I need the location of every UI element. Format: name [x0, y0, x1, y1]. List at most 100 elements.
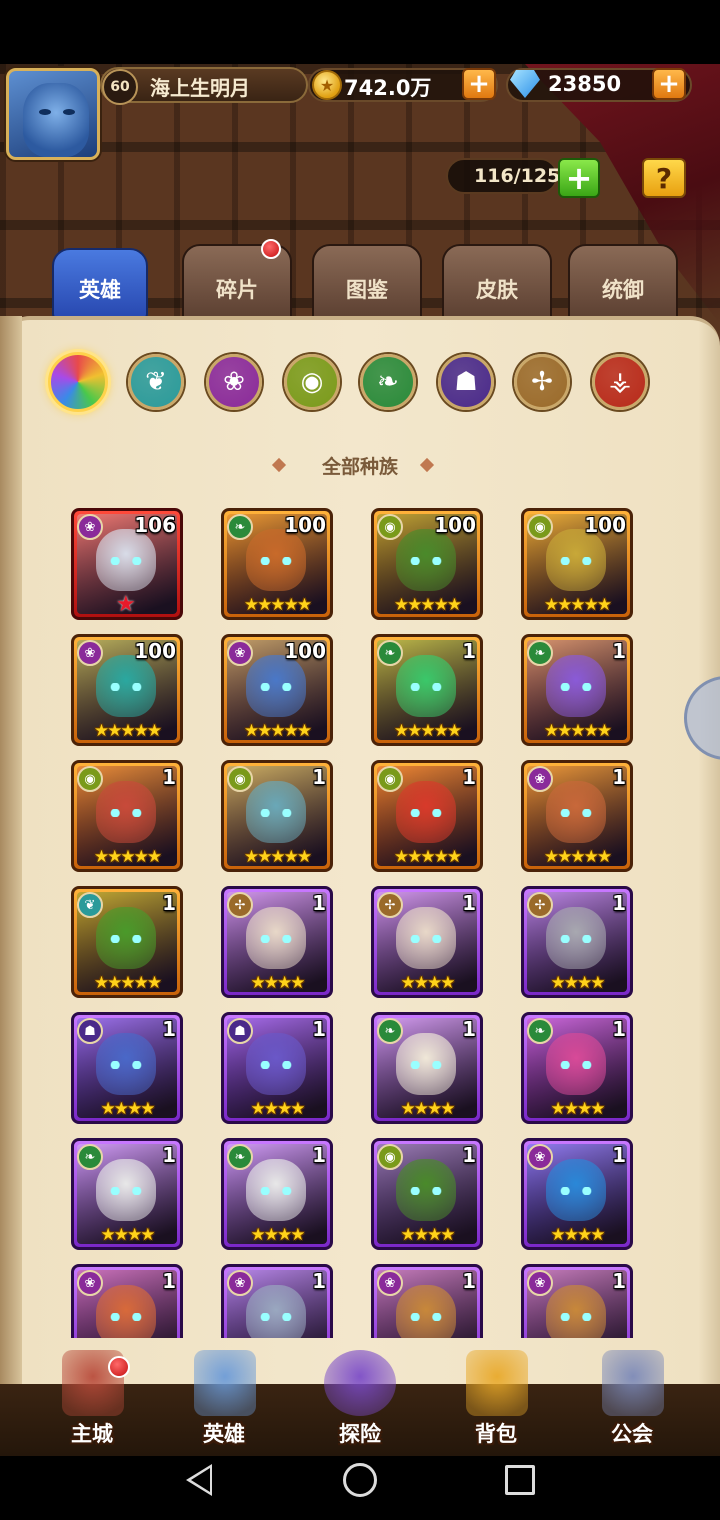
- hero-stars: ★★★★: [400, 1099, 456, 1119]
- nav-bag[interactable]: 背包: [436, 1344, 556, 1452]
- race-mystic-icon: ❀: [77, 640, 103, 666]
- hero-card[interactable]: ❧ 1 ★★★★: [371, 1012, 483, 1124]
- hero-card[interactable]: ❧ 1 ★★★★★: [521, 634, 633, 746]
- add-gold-button[interactable]: +: [462, 68, 496, 100]
- add-gems-button[interactable]: +: [652, 68, 686, 100]
- hero-level: 1: [462, 1017, 476, 1041]
- race-nature-icon: ❧: [377, 640, 403, 666]
- hero-card[interactable]: ◉ 1 ★★★★★: [371, 760, 483, 872]
- race-mystic-icon: ❀: [527, 1270, 553, 1296]
- hero-card[interactable]: ◉ 100 ★★★★★: [371, 508, 483, 620]
- gold-coin-icon: ★: [312, 70, 342, 100]
- hero-stars: ★★★★★: [243, 721, 312, 741]
- hero-card[interactable]: ❀ 1: [371, 1264, 483, 1338]
- hero-card[interactable]: ◉ 1 ★★★★★: [71, 760, 183, 872]
- hero-level: 1: [612, 1017, 626, 1041]
- expand-capacity-button[interactable]: +: [558, 158, 600, 198]
- hero-stars: ★★★★★: [93, 721, 162, 741]
- hero-level: 1: [312, 891, 326, 915]
- tab-skins[interactable]: 皮肤: [442, 244, 552, 324]
- hero-card[interactable]: ✢ 1 ★★★★: [371, 886, 483, 998]
- help-button[interactable]: ?: [642, 158, 686, 198]
- race-nature-icon: ❧: [227, 514, 253, 540]
- race-holy-icon: ✢: [227, 892, 253, 918]
- nav-guild[interactable]: 公会: [572, 1344, 692, 1452]
- player-name: 海上生明月: [150, 76, 250, 100]
- race-orc-icon: ◉: [227, 766, 253, 792]
- hero-stars: ★★★★: [400, 1225, 456, 1245]
- hero-level: 100: [284, 513, 326, 537]
- race-mystic-icon: ❀: [227, 640, 253, 666]
- race-filter-mystic-icon[interactable]: ❀: [206, 354, 262, 410]
- hero-capacity: 116/125: [474, 165, 561, 187]
- hero-card[interactable]: ☗ 1 ★★★★: [221, 1012, 333, 1124]
- nav-portal[interactable]: 探险: [300, 1344, 420, 1452]
- hero-card[interactable]: ❀ 1: [71, 1264, 183, 1338]
- hero-card[interactable]: ◉ 1 ★★★★★: [221, 760, 333, 872]
- race-orc-icon: ◉: [77, 766, 103, 792]
- avatar-face: [23, 83, 89, 157]
- hero-card[interactable]: ✢ 1 ★★★★: [521, 886, 633, 998]
- race-undead-icon: ☗: [227, 1018, 253, 1044]
- recent-apps-icon[interactable]: [505, 1465, 535, 1495]
- race-filter-nature-icon[interactable]: ❧: [360, 354, 416, 410]
- race-filter-holy-icon[interactable]: ✢: [514, 354, 570, 410]
- hero-card[interactable]: ❧ 1 ★★★★★: [371, 634, 483, 746]
- race-nature-icon: ❧: [527, 640, 553, 666]
- nav-castle[interactable]: 主城: [32, 1344, 152, 1452]
- player-avatar[interactable]: [6, 68, 100, 160]
- hero-card[interactable]: ❀ 1: [221, 1264, 333, 1338]
- race-filter-demon-icon[interactable]: ⚶: [592, 354, 648, 410]
- race-mystic-icon: ❀: [527, 1144, 553, 1170]
- hero-level: 1: [162, 1017, 176, 1041]
- race-orc-icon: ◉: [377, 514, 403, 540]
- nav-label: 探险: [339, 1422, 381, 1446]
- hero-card[interactable]: ❧ 1 ★★★★: [71, 1138, 183, 1250]
- tab-codex[interactable]: 图鉴: [312, 244, 422, 324]
- hero-card[interactable]: ❧ 1 ★★★★: [221, 1138, 333, 1250]
- race-elf-icon: ❦: [77, 892, 103, 918]
- hero-card[interactable]: ❀ 1 ★★★★: [521, 1138, 633, 1250]
- hero-card[interactable]: ◉ 1 ★★★★: [371, 1138, 483, 1250]
- hero-stars: ★★★★: [250, 1099, 306, 1119]
- hero-face: [96, 1285, 156, 1338]
- player-level: 60: [102, 69, 138, 105]
- hero-level: 1: [612, 1143, 626, 1167]
- hero-level: 100: [584, 513, 626, 537]
- hero-card[interactable]: ❧ 100 ★★★★★: [221, 508, 333, 620]
- gold-amount: 742.0万: [344, 76, 432, 100]
- hero-stars: ★★★★★: [243, 595, 312, 615]
- hero-level: 1: [612, 639, 626, 663]
- hero-level: 1: [612, 765, 626, 789]
- hero-card[interactable]: ❀ 1 ★★★★★: [521, 760, 633, 872]
- hero-card[interactable]: ❦ 1 ★★★★★: [71, 886, 183, 998]
- hero-stars: ★★★★★: [393, 721, 462, 741]
- nav-hero[interactable]: 英雄: [164, 1344, 284, 1452]
- hero-level: 1: [462, 1143, 476, 1167]
- hero-stars: ★★★★★: [93, 847, 162, 867]
- race-mystic-icon: ❀: [77, 514, 103, 540]
- hero-card[interactable]: ❀ 1: [521, 1264, 633, 1338]
- hero-level: 1: [312, 1143, 326, 1167]
- hero-card[interactable]: ◉ 100 ★★★★★: [521, 508, 633, 620]
- awakened-star-icon: ★: [116, 592, 136, 617]
- hero-card[interactable]: ❀ 100 ★★★★★: [71, 634, 183, 746]
- hero-card[interactable]: ❀ 100 ★★★★★: [221, 634, 333, 746]
- home-icon[interactable]: [343, 1463, 377, 1497]
- hero-level: 1: [612, 891, 626, 915]
- tab-heroes[interactable]: 英雄: [52, 248, 148, 320]
- hero-card[interactable]: ✢ 1 ★★★★: [221, 886, 333, 998]
- hero-card[interactable]: ☗ 1 ★★★★: [71, 1012, 183, 1124]
- race-filter-all-races-icon[interactable]: [48, 352, 108, 412]
- hero-card[interactable]: ❀ 106 ★: [71, 508, 183, 620]
- race-filter-orc-icon[interactable]: ◉: [284, 354, 340, 410]
- race-filter-elf-icon[interactable]: ❦: [128, 354, 184, 410]
- hero-card[interactable]: ❧ 1 ★★★★: [521, 1012, 633, 1124]
- hero-level: 100: [284, 639, 326, 663]
- hero-level: 1: [462, 891, 476, 915]
- race-filter-undead-icon[interactable]: ☗: [438, 354, 494, 410]
- hero-level: 106: [134, 513, 176, 537]
- tab-command[interactable]: 统御: [568, 244, 678, 324]
- race-nature-icon: ❧: [77, 1144, 103, 1170]
- race-holy-icon: ✢: [527, 892, 553, 918]
